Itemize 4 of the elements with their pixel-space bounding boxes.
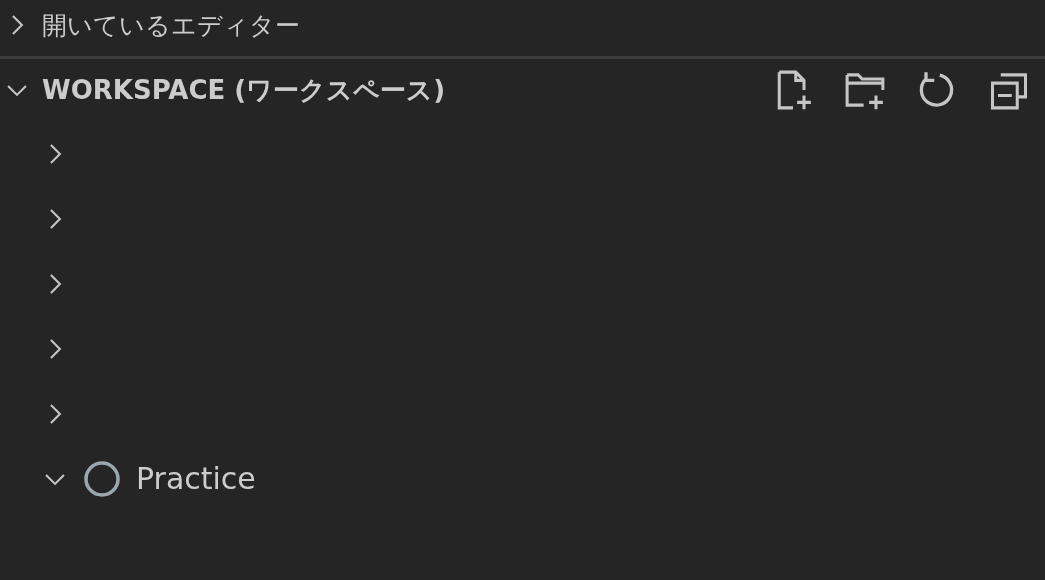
folder-name[interactable]: Practice <box>136 461 256 496</box>
circle-icon <box>82 458 122 499</box>
section-title[interactable]: 開いているエディター <box>42 8 300 42</box>
section-title[interactable]: WORKSPACE (ワークスペース) <box>42 72 446 108</box>
